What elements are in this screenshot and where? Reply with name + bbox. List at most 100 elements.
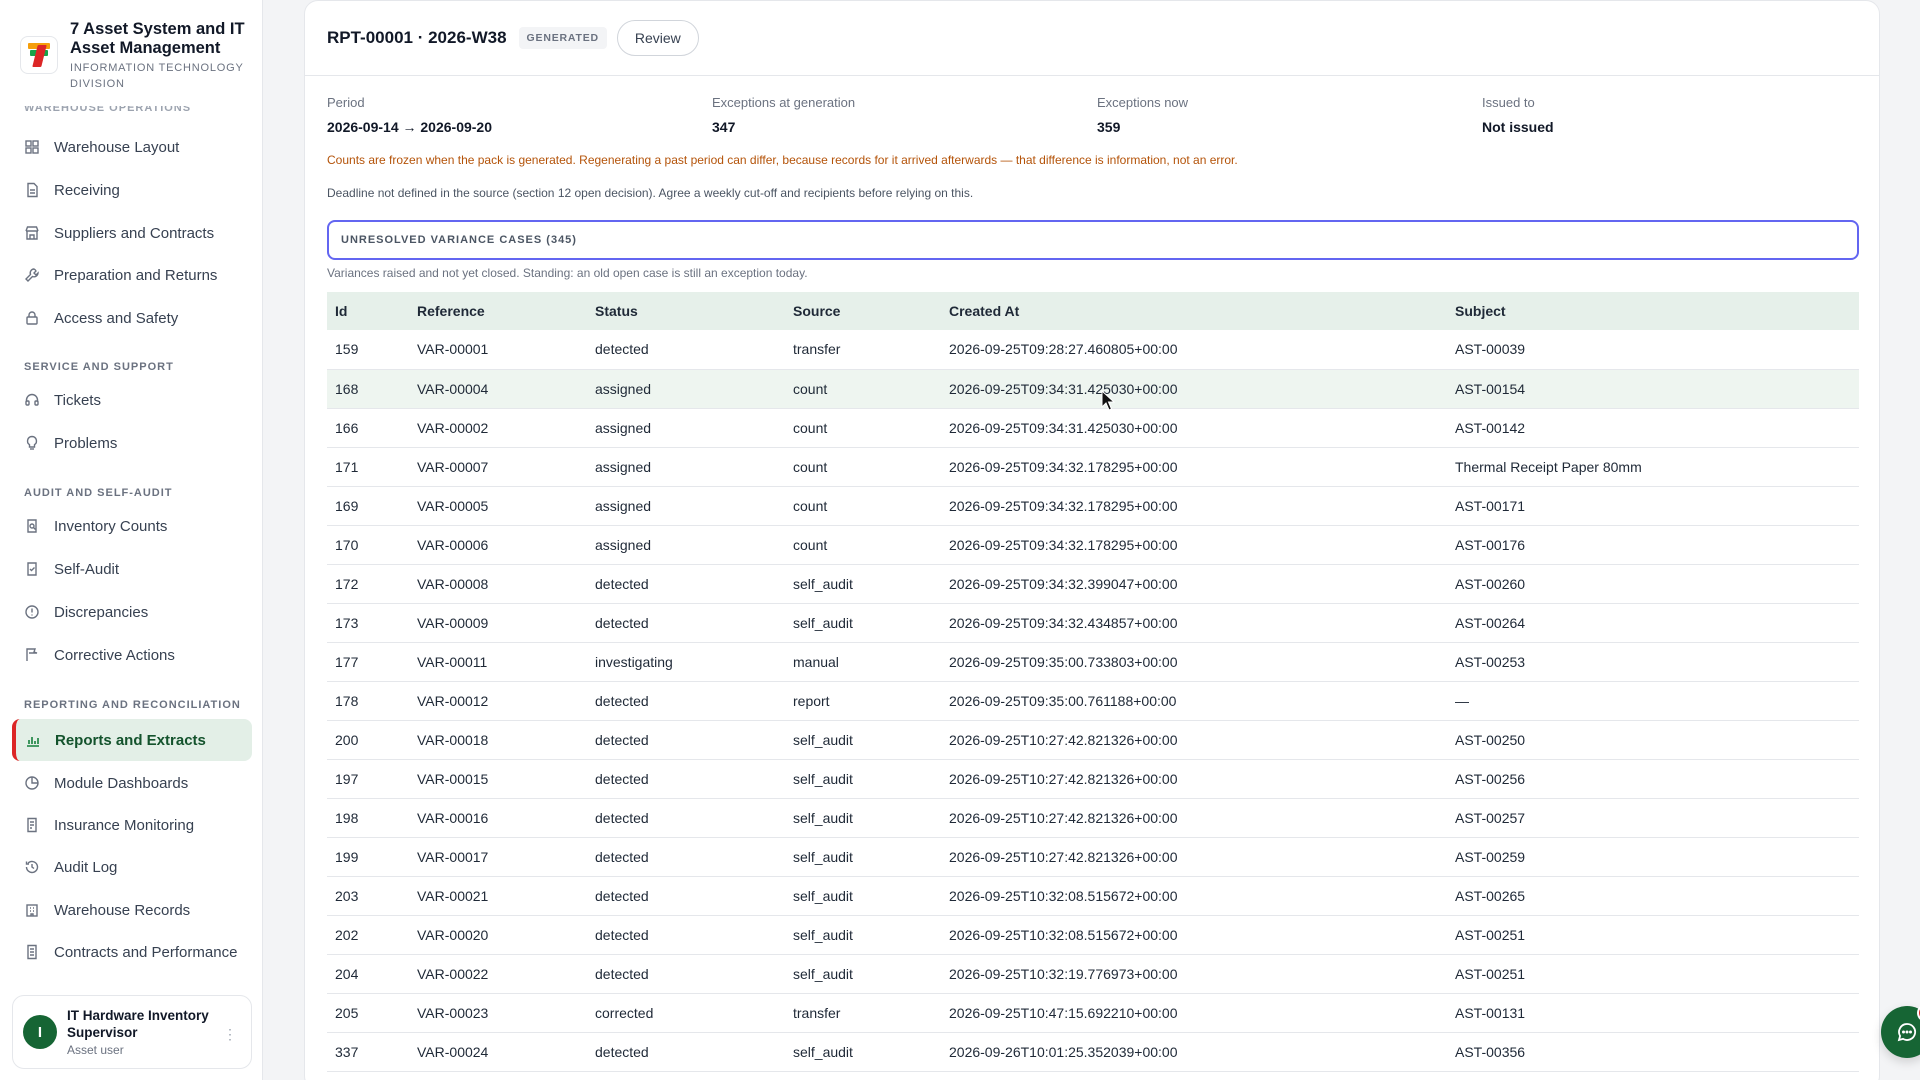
sidebar-item-audit-log[interactable]: Audit Log <box>12 847 252 887</box>
bar-chart-icon <box>25 732 41 748</box>
table-row[interactable]: 198 VAR-00016 detected self_audit 2026-09-25… <box>327 798 1859 838</box>
headset-icon <box>24 392 40 408</box>
sidebar-item-warehouse-layout[interactable]: Warehouse Layout <box>12 127 252 167</box>
sidebar-item-suppliers[interactable]: Suppliers and Contracts <box>12 213 252 253</box>
meta-label: Exceptions now <box>1097 95 1189 110</box>
cell-created-at: 2026-09-25T10:27:42.821326+00:00 <box>941 720 1447 760</box>
column-header-source[interactable]: Source <box>785 292 941 330</box>
table-row[interactable]: 178 VAR-00012 detected report 2026-09-25T09:… <box>327 681 1859 721</box>
cell-reference: VAR-00021 <box>409 876 587 916</box>
user-card[interactable]: I IT Hardware Inventory Supervisor Asset… <box>12 995 252 1069</box>
cell-reference: VAR-00001 <box>409 330 587 370</box>
cell-created-at: 2026-09-25T09:34:31.425030+00:00 <box>941 369 1447 409</box>
table-row[interactable]: 171 VAR-00007 assigned count 2026-09-25T09:3… <box>327 447 1859 487</box>
cell-source: self_audit <box>785 603 941 643</box>
chat-button[interactable] <box>1881 1006 1920 1058</box>
table-row[interactable]: 200 VAR-00018 detected self_audit 2026-09-25… <box>327 720 1859 760</box>
table-row[interactable]: 172 VAR-00008 detected self_audit 2026-09-25… <box>327 564 1859 604</box>
meta-label: Exceptions at generation <box>712 95 856 110</box>
column-header-status[interactable]: Status <box>587 292 785 330</box>
meta-value: 2026-09-14 → 2026-09-20 <box>327 119 493 135</box>
table-row[interactable]: 173 VAR-00009 detected self_audit 2026-09-25… <box>327 603 1859 643</box>
sidebar-item-warehouse-records[interactable]: Warehouse Records <box>12 890 252 930</box>
sidebar-item-label: Problems <box>54 434 118 452</box>
meta-exceptions-now: Exceptions now 359 <box>1097 95 1482 135</box>
cell-status: investigating <box>587 642 785 682</box>
table-row[interactable]: 170 VAR-00006 assigned count 2026-09-25T09:3… <box>327 525 1859 565</box>
app-subtitle: INFORMATION TECHNOLOGY DIVISION <box>70 62 244 90</box>
cell-id: 170 <box>327 525 409 565</box>
table-row[interactable]: 168 VAR-00004 assigned count 2026-09-25T09:3… <box>327 369 1859 409</box>
table-row[interactable]: 169 VAR-00005 assigned count 2026-09-25T09:3… <box>327 486 1859 526</box>
brand[interactable]: 7 Asset System and IT Asset Management I… <box>20 20 250 92</box>
sidebar-item-label: Self-Audit <box>54 560 120 578</box>
table-row[interactable]: 177 VAR-00011 investigating manual 2026-09-2… <box>327 642 1859 682</box>
cell-created-at: 2026-09-25T10:27:42.821326+00:00 <box>941 837 1447 877</box>
sidebar-item-label: Suppliers and Contracts <box>54 224 215 242</box>
more-vertical-icon[interactable]: ⋮ <box>223 1026 237 1043</box>
cell-id: 166 <box>327 408 409 448</box>
cell-status: detected <box>587 798 785 838</box>
sidebar-item-inventory-counts[interactable]: Inventory Counts <box>12 506 252 546</box>
table-row[interactable]: 159 VAR-00001 detected transfer 2026-09-25T0… <box>327 330 1859 370</box>
nav-section-audit: AUDIT AND SELF-AUDIT <box>24 487 173 499</box>
cell-created-at: 2026-09-25T10:32:08.515672+00:00 <box>941 915 1447 955</box>
cell-id: 205 <box>327 993 409 1033</box>
cell-id: 171 <box>327 447 409 487</box>
table-header-row: Id Reference Status Source Created At Su… <box>327 292 1859 330</box>
cell-reference: VAR-00009 <box>409 603 587 643</box>
sidebar-item-module-dashboards[interactable]: Module Dashboards <box>12 763 252 803</box>
table-row[interactable]: 205 VAR-00023 corrected transfer 2026-09-25T… <box>327 993 1859 1033</box>
mouse-cursor-icon <box>1101 390 1115 411</box>
cell-status: detected <box>587 720 785 760</box>
sidebar-item-corrective-actions[interactable]: Corrective Actions <box>12 635 252 675</box>
sidebar-item-insurance-monitoring[interactable]: Insurance Monitoring <box>12 805 252 845</box>
sidebar-item-preparation[interactable]: Preparation and Returns <box>12 255 252 295</box>
sidebar-item-self-audit[interactable]: Self-Audit <box>12 549 252 589</box>
cell-created-at: 2026-09-25T10:47:15.692210+00:00 <box>941 993 1447 1033</box>
nav-section-service: SERVICE AND SUPPORT <box>24 361 174 373</box>
sidebar-item-contracts-performance[interactable]: Contracts and Performance <box>12 932 252 972</box>
cell-subject: AST-00259 <box>1447 837 1859 877</box>
flag-icon <box>24 647 40 663</box>
table-row[interactable]: 204 VAR-00022 detected self_audit 2026-09-25… <box>327 954 1859 994</box>
sidebar-item-reports-extracts[interactable]: Reports and Extracts <box>12 719 252 761</box>
cell-status: assigned <box>587 408 785 448</box>
alert-circle-icon <box>24 604 40 620</box>
cell-subject: AST-00250 <box>1447 720 1859 760</box>
table-row[interactable]: 166 VAR-00002 assigned count 2026-09-25T09:3… <box>327 408 1859 448</box>
document-icon <box>24 944 40 960</box>
section-title: UNRESOLVED VARIANCE CASES (345) <box>341 234 577 246</box>
meta-label: Period <box>327 95 365 110</box>
sidebar-item-tickets[interactable]: Tickets <box>12 380 252 420</box>
review-button[interactable]: Review <box>616 20 699 56</box>
app-title: 7 Asset System and IT Asset Management <box>70 20 245 57</box>
clipboard-check-icon <box>24 561 40 577</box>
nav-section-warehouse: WAREHOUSE OPERATIONS <box>24 106 192 113</box>
table-row[interactable]: 203 VAR-00021 detected self_audit 2026-09-25… <box>327 876 1859 916</box>
store-icon <box>24 225 40 241</box>
column-header-subject[interactable]: Subject <box>1447 292 1859 330</box>
sidebar-item-label: Warehouse Records <box>54 901 191 919</box>
section-toggle-unresolved-variances[interactable]: UNRESOLVED VARIANCE CASES (345) <box>327 220 1859 260</box>
column-header-id[interactable]: Id <box>327 292 409 330</box>
cell-status: detected <box>587 1032 785 1072</box>
table-row[interactable]: 199 VAR-00017 detected self_audit 2026-09-25… <box>327 837 1859 877</box>
sidebar-item-discrepancies[interactable]: Discrepancies <box>12 592 252 632</box>
cell-reference: VAR-00011 <box>409 642 587 682</box>
history-icon <box>24 859 40 875</box>
sidebar-item-access-safety[interactable]: Access and Safety <box>12 298 252 338</box>
cell-created-at: 2026-09-25T09:28:27.460805+00:00 <box>941 330 1447 370</box>
table-row[interactable]: 202 VAR-00020 detected self_audit 2026-09-25… <box>327 915 1859 955</box>
sidebar-item-receiving[interactable]: Receiving <box>12 170 252 210</box>
cell-source: count <box>785 369 941 409</box>
cell-id: 159 <box>327 330 409 370</box>
table-row[interactable]: 337 VAR-00024 detected self_audit 2026-09-26… <box>327 1032 1859 1072</box>
column-header-reference[interactable]: Reference <box>409 292 587 330</box>
cell-status: detected <box>587 330 785 370</box>
table-row[interactable]: 197 VAR-00015 detected self_audit 2026-09-25… <box>327 759 1859 799</box>
cell-created-at: 2026-09-25T09:34:31.425030+00:00 <box>941 408 1447 448</box>
sidebar-item-problems[interactable]: Problems <box>12 423 252 463</box>
cell-status: corrected <box>587 993 785 1033</box>
column-header-created-at[interactable]: Created At <box>941 292 1447 330</box>
